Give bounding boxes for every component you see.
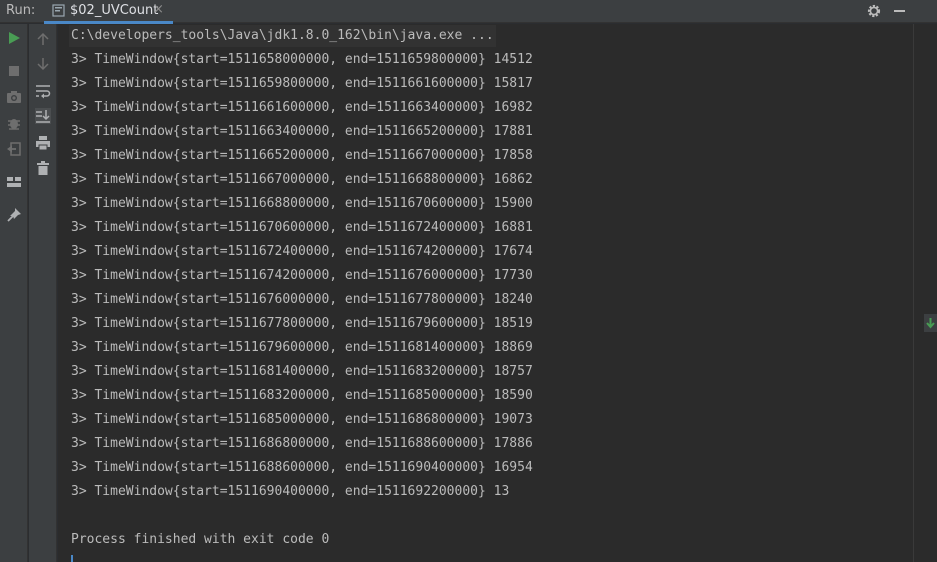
gear-icon[interactable]: [866, 3, 882, 19]
output-line: 3> TimeWindow{start=1511690400000, end=1…: [71, 484, 510, 499]
output-line: 3> TimeWindow{start=1511661600000, end=1…: [71, 100, 533, 115]
process-finished-message: Process finished with exit code 0: [71, 532, 330, 547]
scroll-to-end-icon[interactable]: [35, 108, 51, 124]
run-icon[interactable]: [6, 30, 22, 46]
console-toolbar: [29, 24, 57, 562]
output-line: 3> TimeWindow{start=1511674200000, end=1…: [71, 268, 533, 283]
print-icon[interactable]: [35, 135, 51, 151]
trash-icon[interactable]: [35, 160, 51, 176]
camera-icon[interactable]: [6, 89, 22, 105]
output-line: 3> TimeWindow{start=1511665200000, end=1…: [71, 148, 533, 163]
output-line: 3> TimeWindow{start=1511683200000, end=1…: [71, 388, 533, 403]
arrow-down-icon[interactable]: [35, 56, 51, 72]
minimize-icon[interactable]: [894, 10, 905, 12]
stop-icon[interactable]: [6, 63, 22, 79]
output-line: 3> TimeWindow{start=1511688600000, end=1…: [71, 460, 533, 475]
close-icon[interactable]: ×: [153, 2, 164, 17]
output-line: 3> TimeWindow{start=1511668800000, end=1…: [71, 196, 533, 211]
output-line: 3> TimeWindow{start=1511686800000, end=1…: [71, 436, 533, 451]
pin-icon[interactable]: [6, 207, 22, 223]
output-line: 3> TimeWindow{start=1511677800000, end=1…: [71, 316, 533, 331]
run-tool-window-header: Run: $02_UVCount ×: [0, 0, 937, 24]
tab-02-uvcount[interactable]: $02_UVCount ×: [44, 0, 173, 24]
output-line: 3> TimeWindow{start=1511670600000, end=1…: [71, 220, 533, 235]
debug-icon[interactable]: [6, 115, 22, 131]
output-line: 3> TimeWindow{start=1511685000000, end=1…: [71, 412, 533, 427]
right-gutter: [913, 24, 937, 562]
arrow-up-icon[interactable]: [35, 31, 51, 47]
output-line: 3> TimeWindow{start=1511659800000, end=1…: [71, 76, 533, 91]
exit-icon[interactable]: [6, 141, 22, 157]
text-caret: [71, 555, 73, 562]
soft-wrap-icon[interactable]: [35, 83, 51, 99]
run-config-icon: [52, 4, 65, 17]
layout-icon[interactable]: [6, 174, 22, 190]
output-line: 3> TimeWindow{start=1511681400000, end=1…: [71, 364, 533, 379]
output-line: 3> TimeWindow{start=1511667000000, end=1…: [71, 172, 533, 187]
left-toolbar: [0, 24, 28, 562]
output-line: 3> TimeWindow{start=1511679600000, end=1…: [71, 340, 533, 355]
command-line[interactable]: C:\developers_tools\Java\jdk1.8.0_162\bi…: [69, 25, 496, 47]
console-output[interactable]: C:\developers_tools\Java\jdk1.8.0_162\bi…: [58, 24, 913, 562]
output-line: 3> TimeWindow{start=1511658000000, end=1…: [71, 52, 533, 67]
output-line: 3> TimeWindow{start=1511672400000, end=1…: [71, 244, 533, 259]
run-label: Run:: [6, 3, 36, 18]
scroll-to-end-marker-icon[interactable]: [924, 314, 937, 332]
output-line: 3> TimeWindow{start=1511663400000, end=1…: [71, 124, 533, 139]
output-line: 3> TimeWindow{start=1511676000000, end=1…: [71, 292, 533, 307]
tab-title: $02_UVCount: [70, 3, 159, 18]
